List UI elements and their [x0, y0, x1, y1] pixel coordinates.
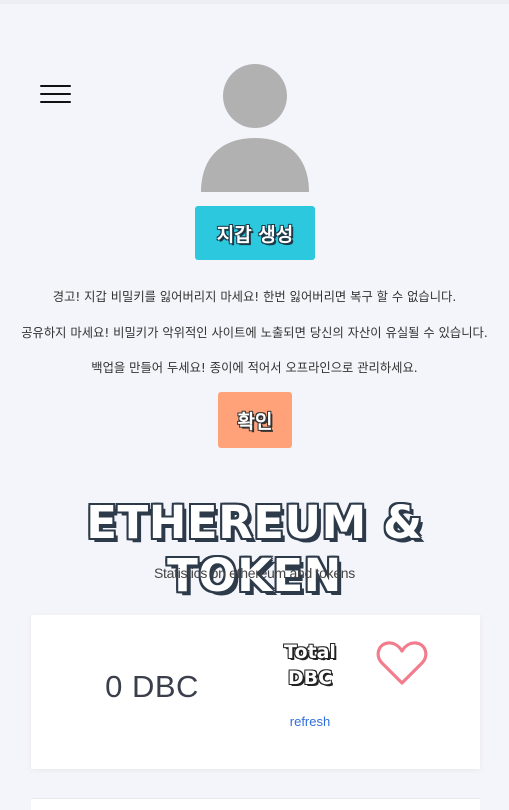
warning-text-do-not-share: 공유하지 마세요! 비밀키가 악위적인 사이트에 노출되면 당신의 자산이 유실… [21, 326, 488, 340]
refresh-link[interactable]: refresh [273, 714, 347, 729]
hamburger-menu-icon[interactable] [40, 84, 71, 104]
menu-line [40, 85, 71, 87]
heart-icon[interactable] [376, 639, 428, 687]
balance-label-line2: DBC [287, 667, 333, 689]
dbc-balance-card: 0 DBC Total DBC refresh [31, 615, 480, 769]
balance-label-line1: Total [284, 641, 336, 663]
section-subtitle: Statistics on ethereum and tokens [154, 565, 355, 581]
warning-text-lost-key: 경고! 지갑 비밀키를 잃어버리지 마세요! 한번 잃어버리면 복구 할 수 없… [52, 290, 457, 304]
section-title: ETHEREUM & TOKEN [86, 496, 423, 602]
balance-label: Total DBC [273, 639, 347, 691]
next-card-edge [31, 798, 480, 810]
user-avatar-icon [201, 64, 309, 192]
create-wallet-button[interactable]: 지갑 생성 [195, 206, 315, 260]
balance-value: 0 DBC [105, 669, 199, 704]
warning-text-backup: 백업을 만들어 두세요! 종이에 적어서 오프라인으로 관리하세요. [91, 361, 418, 375]
menu-line [40, 93, 71, 95]
menu-line [40, 101, 71, 103]
confirm-button[interactable]: 확인 [218, 392, 292, 448]
top-bar [0, 0, 509, 4]
